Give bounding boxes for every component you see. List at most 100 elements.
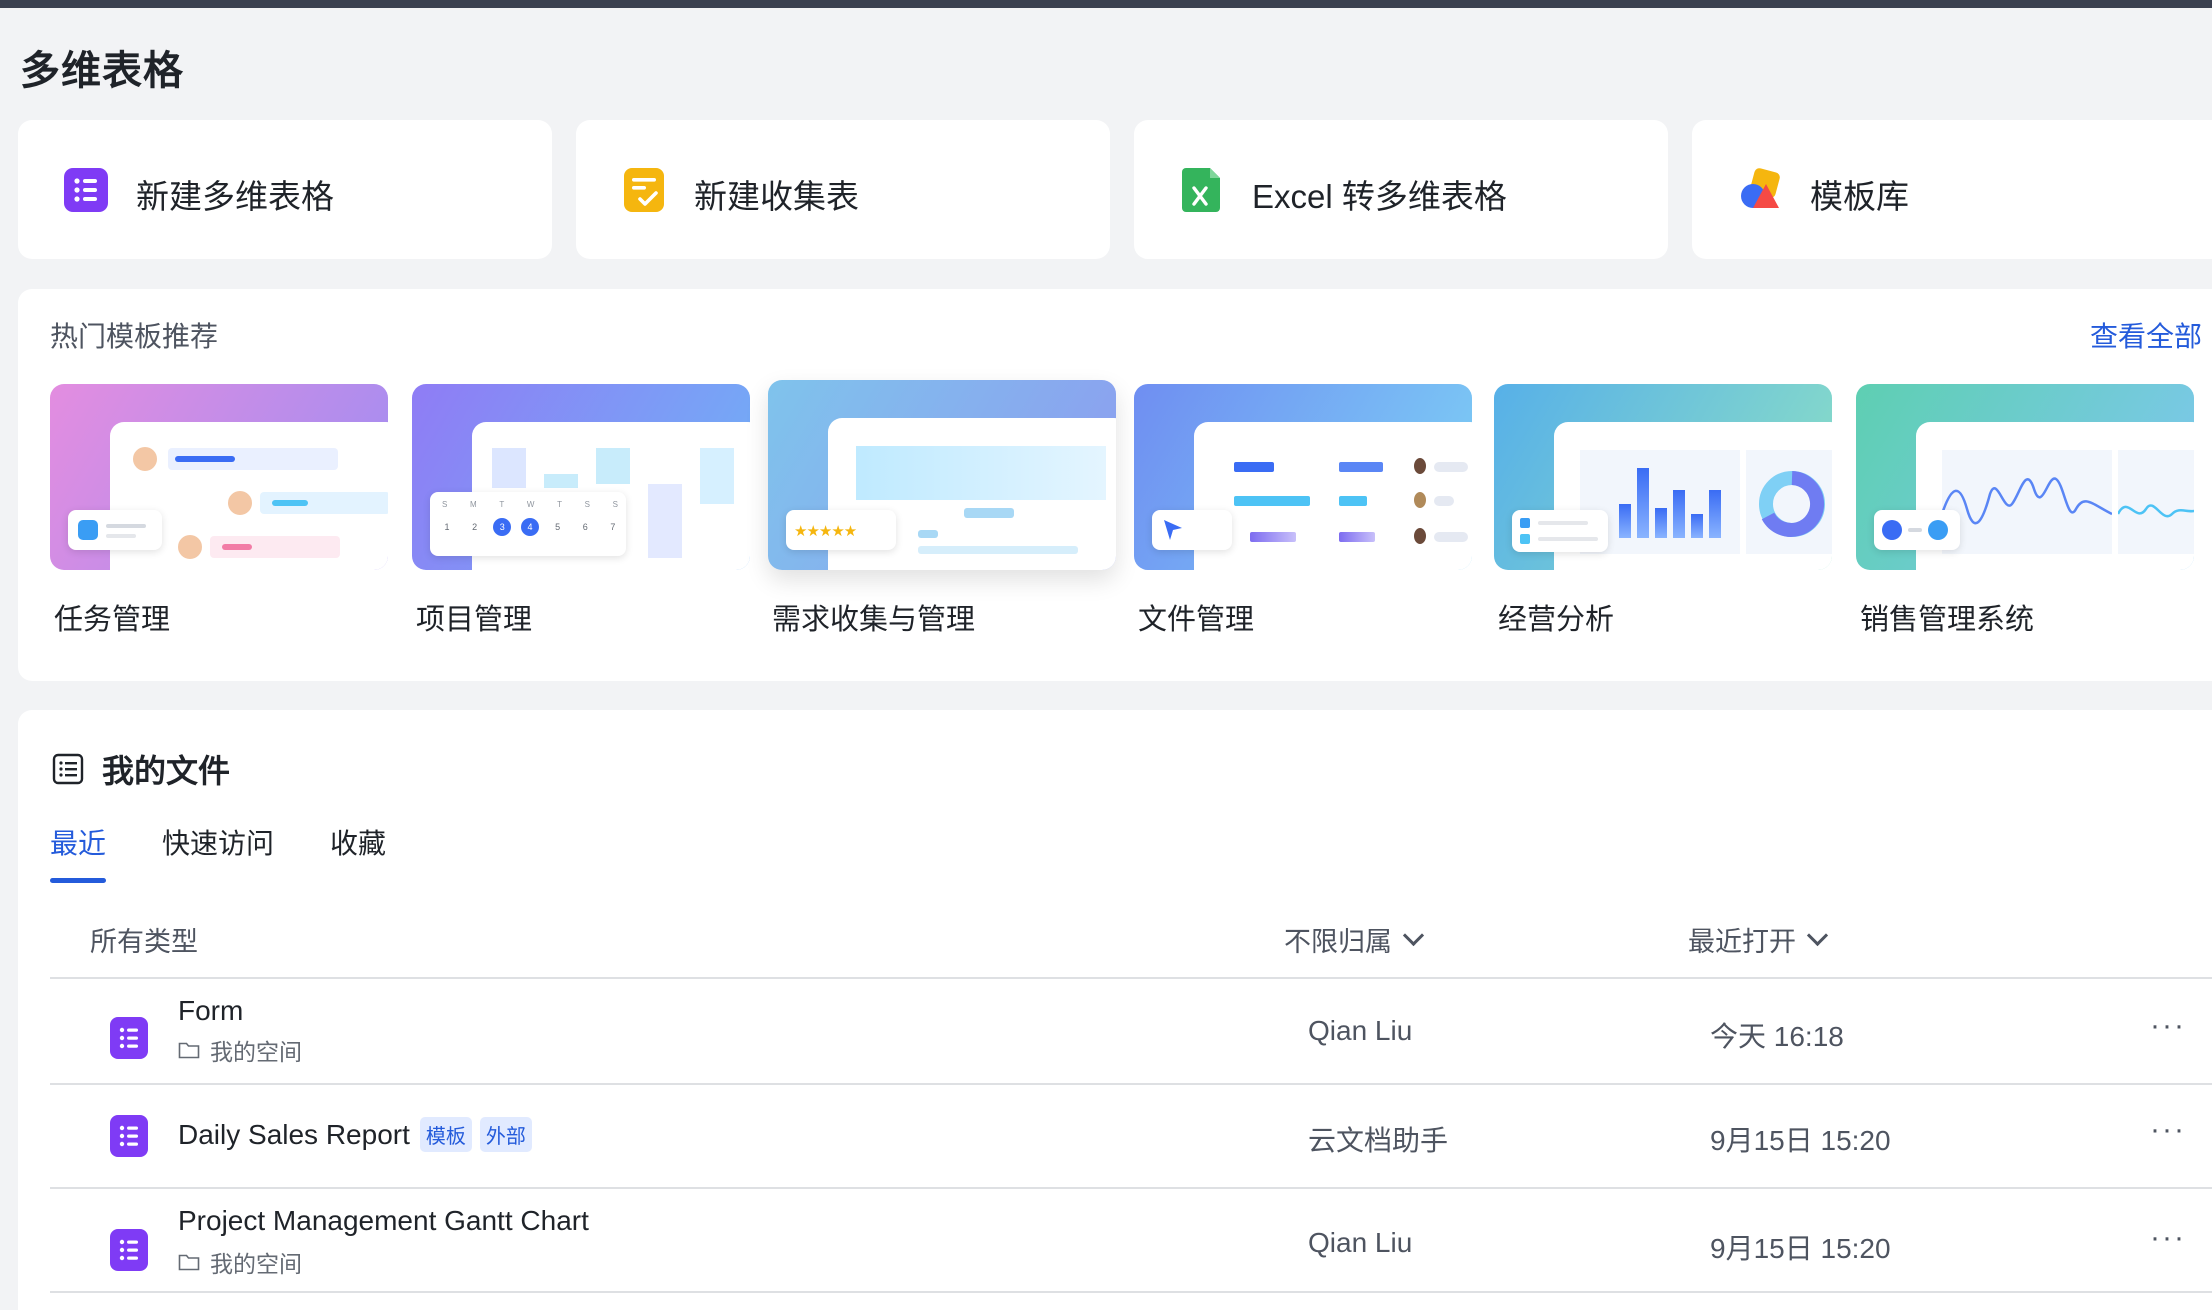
my-files-title: 我的文件 bbox=[102, 753, 231, 789]
new-bitable-card[interactable]: 新建多维表格 bbox=[18, 120, 552, 259]
view-all-link[interactable]: 查看全部 bbox=[2090, 315, 2202, 355]
row-divider bbox=[50, 1291, 2212, 1293]
table-row[interactable]: Project Management Gantt Chart 我的空间 Qian… bbox=[50, 1189, 2212, 1293]
file-name-text: Daily Sales Report bbox=[178, 1118, 410, 1150]
template-label: 任务管理 bbox=[54, 604, 171, 636]
calendar-day-head: S bbox=[612, 500, 618, 509]
donut-chart-icon bbox=[1759, 471, 1825, 537]
file-name-text: Form bbox=[178, 995, 244, 1026]
calendar-day: 1 bbox=[444, 522, 450, 532]
template-thumbnail: ★★★★★ bbox=[768, 380, 1116, 570]
excel-icon bbox=[1182, 168, 1220, 212]
calendar-day: 2 bbox=[472, 522, 478, 532]
chevron-down-icon bbox=[1806, 924, 1829, 947]
template-thumbnail bbox=[1494, 384, 1832, 570]
cursor-icon bbox=[1164, 520, 1182, 540]
page-title: 多维表格 bbox=[20, 49, 184, 93]
template-card-project[interactable]: S M T W T S S 1 2 3 4 5 6 7 项目管理 bbox=[412, 384, 750, 636]
type-filter-label: 所有类型 bbox=[90, 927, 198, 957]
hot-templates-title: 热门模板推荐 bbox=[50, 321, 219, 352]
template-card-sales[interactable]: 销售管理系统 bbox=[1856, 384, 2194, 636]
template-library-card[interactable]: 模板库 bbox=[1692, 120, 2212, 259]
external-tag: 外部 bbox=[479, 1117, 532, 1152]
bitable-icon bbox=[110, 1017, 148, 1059]
file-opened-time: 9月15日 15:20 bbox=[1710, 1125, 1891, 1156]
file-opened-time: 今天 16:18 bbox=[1710, 1021, 1844, 1052]
owner-filter-label: 不限归属 bbox=[1284, 927, 1392, 957]
template-label: 需求收集与管理 bbox=[772, 604, 976, 636]
template-card-files[interactable]: 文件管理 bbox=[1134, 384, 1472, 636]
more-options-icon[interactable]: ··· bbox=[2150, 1221, 2186, 1255]
sort-filter[interactable]: 最近打开 bbox=[1688, 920, 1829, 959]
bitable-icon bbox=[64, 168, 108, 212]
template-thumbnail: S M T W T S S 1 2 3 4 5 6 7 bbox=[412, 384, 750, 570]
file-name-text: Project Management Gantt Chart bbox=[178, 1205, 589, 1236]
template-thumbnail bbox=[1856, 384, 2194, 570]
file-owner: 云文档助手 bbox=[1308, 1125, 1449, 1156]
new-bitable-label: 新建多维表格 bbox=[136, 178, 334, 215]
calendar-day-head: S bbox=[584, 500, 590, 509]
table-row[interactable]: Form 我的空间 Qian Liu 今天 16:18 ··· bbox=[50, 979, 2212, 1083]
more-options-icon[interactable]: ··· bbox=[2150, 1009, 2186, 1043]
file-name[interactable]: Form bbox=[178, 995, 243, 1027]
type-filter[interactable]: 所有类型 bbox=[90, 920, 198, 959]
template-library-icon bbox=[1741, 168, 1780, 208]
chevron-down-icon bbox=[1402, 924, 1425, 947]
template-thumbnail bbox=[50, 384, 388, 570]
new-form-card[interactable]: 新建收集表 bbox=[576, 120, 1110, 259]
rating-stars-icon: ★★★★★ bbox=[794, 523, 857, 540]
calendar-day-head: T bbox=[557, 500, 562, 509]
calendar-day-selected: 3 bbox=[493, 518, 512, 536]
template-card-analysis[interactable]: 经营分析 bbox=[1494, 384, 1832, 636]
tab-quick-access[interactable]: 快速访问 bbox=[162, 822, 274, 862]
calendar-day-head: S bbox=[442, 500, 448, 509]
table-row[interactable]: Daily Sales Report 模板 外部 云文档助手 9月15日 15:… bbox=[50, 1085, 2212, 1189]
template-label: 文件管理 bbox=[1138, 604, 1255, 636]
sort-filter-label: 最近打开 bbox=[1688, 927, 1796, 957]
excel-to-bitable-label: Excel 转多维表格 bbox=[1252, 178, 1507, 215]
tab-favorites[interactable]: 收藏 bbox=[330, 822, 386, 862]
calendar-day-head: W bbox=[526, 500, 535, 509]
tab-recent[interactable]: 最近 bbox=[50, 822, 107, 883]
excel-to-bitable-card[interactable]: Excel 转多维表格 bbox=[1134, 120, 1668, 259]
file-location-text: 我的空间 bbox=[210, 1251, 302, 1277]
window-top-bar bbox=[0, 0, 2212, 8]
template-label: 销售管理系统 bbox=[1860, 604, 2035, 636]
file-location: 我的空间 bbox=[178, 1033, 302, 1067]
file-owner: Qian Liu bbox=[1308, 1227, 1413, 1258]
template-label: 经营分析 bbox=[1498, 604, 1615, 636]
file-name[interactable]: Project Management Gantt Chart bbox=[178, 1205, 589, 1237]
form-icon bbox=[624, 168, 664, 212]
file-owner: Qian Liu bbox=[1308, 1015, 1413, 1046]
new-form-label: 新建收集表 bbox=[694, 178, 859, 215]
my-files-panel: 我的文件 最近 快速访问 收藏 所有类型 不限归属 最近打开 Form 我的空间… bbox=[18, 710, 2212, 1310]
file-location-text: 我的空间 bbox=[210, 1039, 302, 1065]
file-location: 我的空间 bbox=[178, 1245, 302, 1279]
line-chart-icon bbox=[1942, 477, 2112, 525]
folder-icon bbox=[178, 1042, 200, 1059]
calendar-day: 5 bbox=[555, 522, 561, 532]
file-tabs: 最近 快速访问 收藏 bbox=[50, 822, 442, 883]
file-opened-time: 9月15日 15:20 bbox=[1710, 1233, 1891, 1264]
my-files-header: 我的文件 bbox=[52, 746, 230, 792]
template-label: 项目管理 bbox=[416, 604, 533, 636]
bitable-icon bbox=[110, 1115, 148, 1157]
folder-icon bbox=[178, 1254, 200, 1271]
file-list-icon bbox=[52, 753, 84, 785]
hot-templates-panel: 热门模板推荐 查看全部 任务管理 S M T W T S S 1 2 3 4 5… bbox=[18, 289, 2212, 681]
template-tag: 模板 bbox=[419, 1117, 472, 1152]
calendar-day: 7 bbox=[610, 522, 616, 532]
calendar-day-head: M bbox=[470, 500, 477, 509]
calendar-day-head: T bbox=[499, 500, 505, 509]
template-thumbnail bbox=[1134, 384, 1472, 570]
template-card-task[interactable]: 任务管理 bbox=[50, 384, 388, 636]
file-name[interactable]: Daily Sales Report 模板 外部 bbox=[178, 1117, 532, 1152]
template-card-requirements[interactable]: ★★★★★ 需求收集与管理 bbox=[768, 380, 1116, 636]
template-library-label: 模板库 bbox=[1810, 178, 1909, 215]
calendar-day: 6 bbox=[582, 522, 588, 532]
calendar-day-selected: 4 bbox=[520, 518, 539, 536]
line-chart-icon bbox=[2118, 504, 2194, 518]
play-icon bbox=[1882, 520, 1902, 540]
owner-filter[interactable]: 不限归属 bbox=[1284, 920, 1425, 959]
more-options-icon[interactable]: ··· bbox=[2150, 1113, 2186, 1147]
